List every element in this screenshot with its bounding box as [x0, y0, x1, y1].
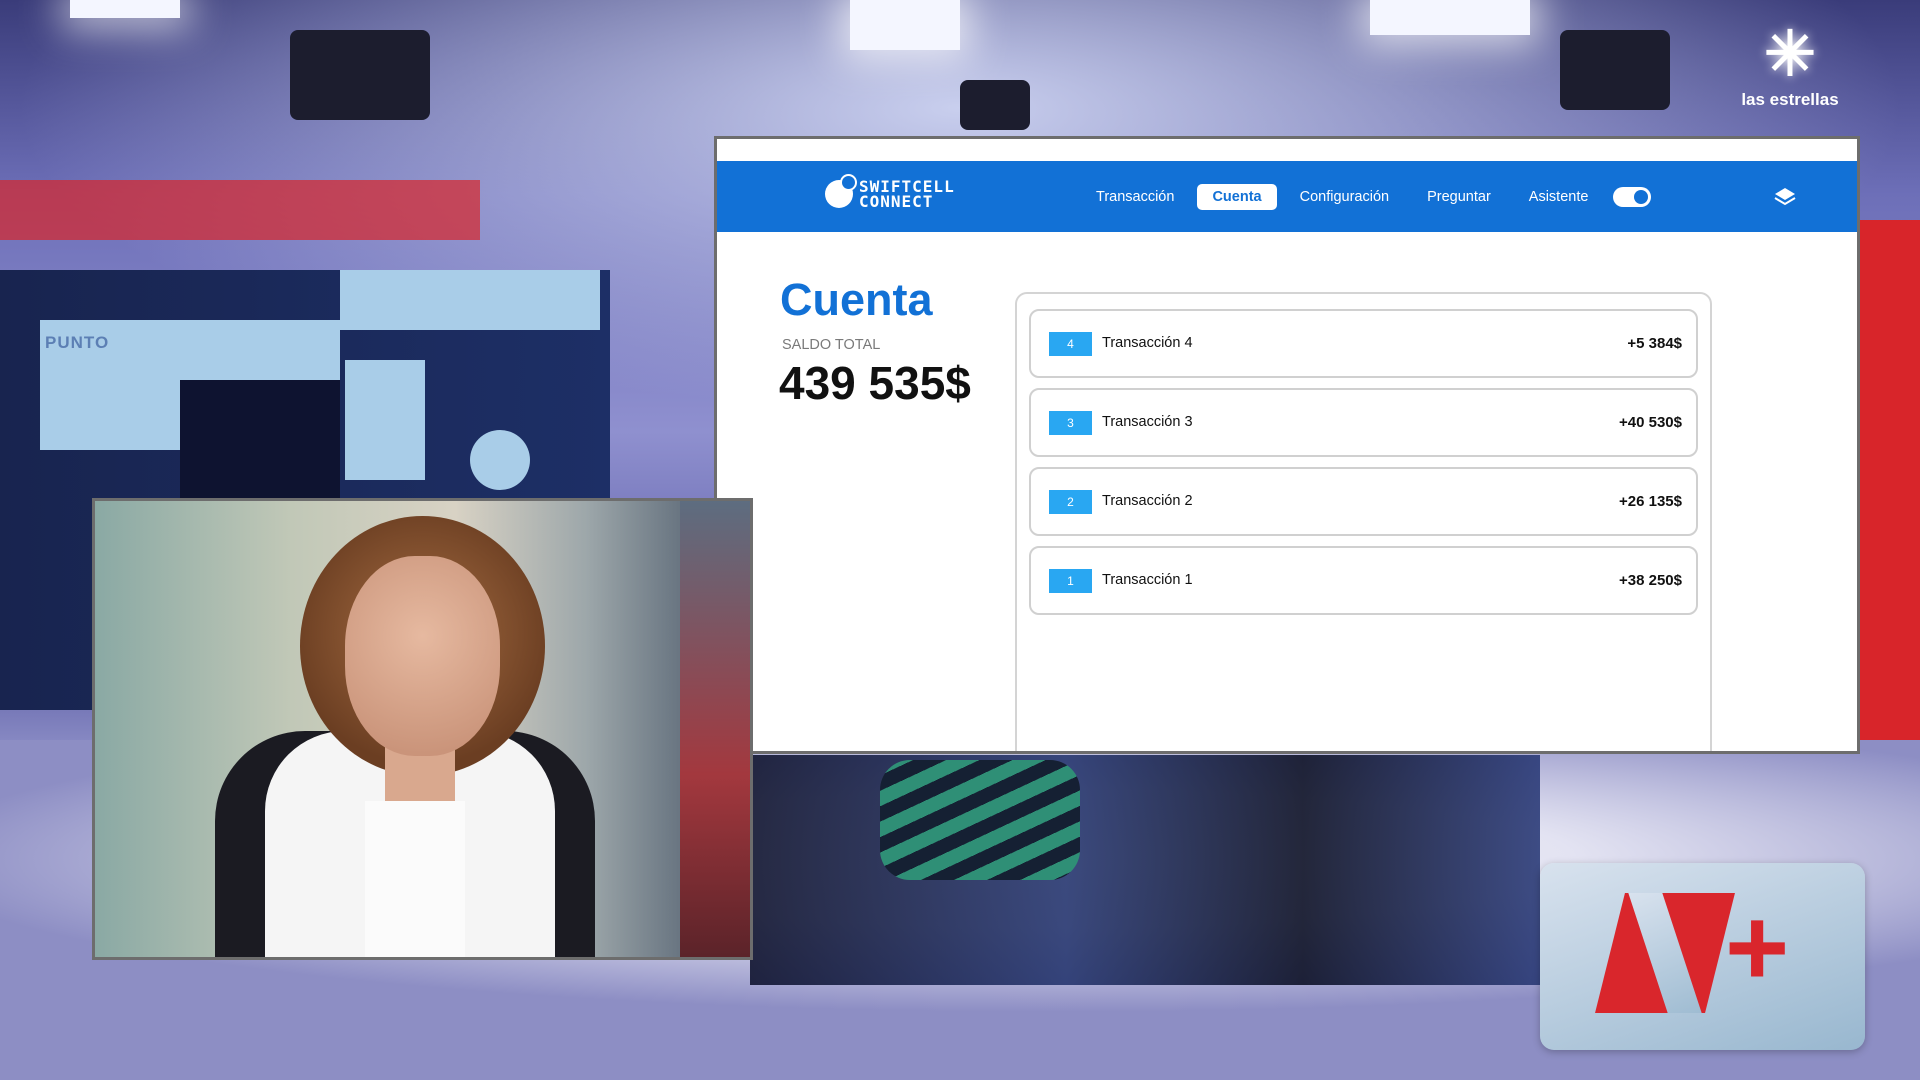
transaction-id-badge: 1	[1049, 569, 1092, 593]
window-top-strip	[717, 139, 1857, 161]
ceiling-light	[1370, 0, 1530, 35]
balance-label: SALDO TOTAL	[782, 337, 881, 353]
nav-configuracion[interactable]: Configuración	[1285, 184, 1404, 210]
theme-toggle[interactable]	[1613, 186, 1652, 207]
stage-spotlight	[960, 80, 1030, 130]
studio-red-panel	[0, 180, 480, 240]
stage-spotlight	[1560, 30, 1670, 110]
top-navbar: SWIFTCELL CONNECT Transacción Cuenta Con…	[717, 161, 1857, 232]
channel-logo-text: las estrellas	[1741, 90, 1839, 109]
nav-transaccion[interactable]: Transacción	[1081, 184, 1189, 210]
brand-mark-icon	[825, 174, 857, 208]
stage-spotlight	[290, 30, 430, 120]
transaction-amount: +40 530$	[1619, 414, 1682, 431]
floor-reflection	[750, 755, 1540, 985]
n-letter-icon	[1595, 893, 1735, 1013]
transaction-list: 4 Transacción 4 +5 384$ 3 Transacción 3 …	[1015, 292, 1712, 751]
main-menu: Transacción Cuenta Configuración Pregunt…	[1081, 161, 1652, 232]
ceiling-light	[70, 0, 180, 18]
transaction-name: Transacción 4	[1102, 335, 1193, 351]
layers-icon[interactable]	[1773, 185, 1797, 207]
transaction-amount: +5 384$	[1627, 335, 1682, 352]
transaction-row[interactable]: 3 Transacción 3 +40 530$	[1029, 388, 1698, 457]
balance-value: 439 535$	[779, 357, 971, 409]
news-logo: +	[1540, 863, 1865, 1050]
presenter-video	[92, 498, 753, 960]
transaction-name: Transacción 3	[1102, 414, 1193, 430]
transaction-amount: +38 250$	[1619, 572, 1682, 589]
star-icon: ✳	[1764, 20, 1816, 89]
brand-line2: CONNECT	[859, 192, 934, 211]
nav-cuenta[interactable]: Cuenta	[1197, 183, 1277, 210]
transaction-id-badge: 3	[1049, 411, 1092, 435]
brand-logo[interactable]: SWIFTCELL CONNECT	[825, 174, 955, 211]
transaction-id-badge: 2	[1049, 490, 1092, 514]
transaction-id-badge: 4	[1049, 332, 1092, 356]
studio-sign: PUNTO	[45, 333, 110, 352]
transaction-row[interactable]: 2 Transacción 2 +26 135$	[1029, 467, 1698, 536]
page-title: Cuenta	[780, 274, 933, 325]
channel-logo: ✳ las estrellas	[1730, 20, 1850, 110]
transaction-amount: +26 135$	[1619, 493, 1682, 510]
nav-preguntar[interactable]: Preguntar	[1412, 184, 1506, 210]
transaction-row[interactable]: 1 Transacción 1 +38 250$	[1029, 546, 1698, 615]
app-window: SWIFTCELL CONNECT Transacción Cuenta Con…	[714, 136, 1860, 754]
studio-red-panel	[1860, 220, 1920, 760]
floor-reflection-stripes	[880, 760, 1080, 880]
transaction-row[interactable]: 4 Transacción 4 +5 384$	[1029, 309, 1698, 378]
ceiling-light	[850, 0, 960, 50]
transaction-name: Transacción 1	[1102, 572, 1193, 588]
transaction-name: Transacción 2	[1102, 493, 1193, 509]
nav-asistente[interactable]: Asistente	[1514, 184, 1604, 210]
plus-icon: +	[1725, 886, 1790, 1009]
